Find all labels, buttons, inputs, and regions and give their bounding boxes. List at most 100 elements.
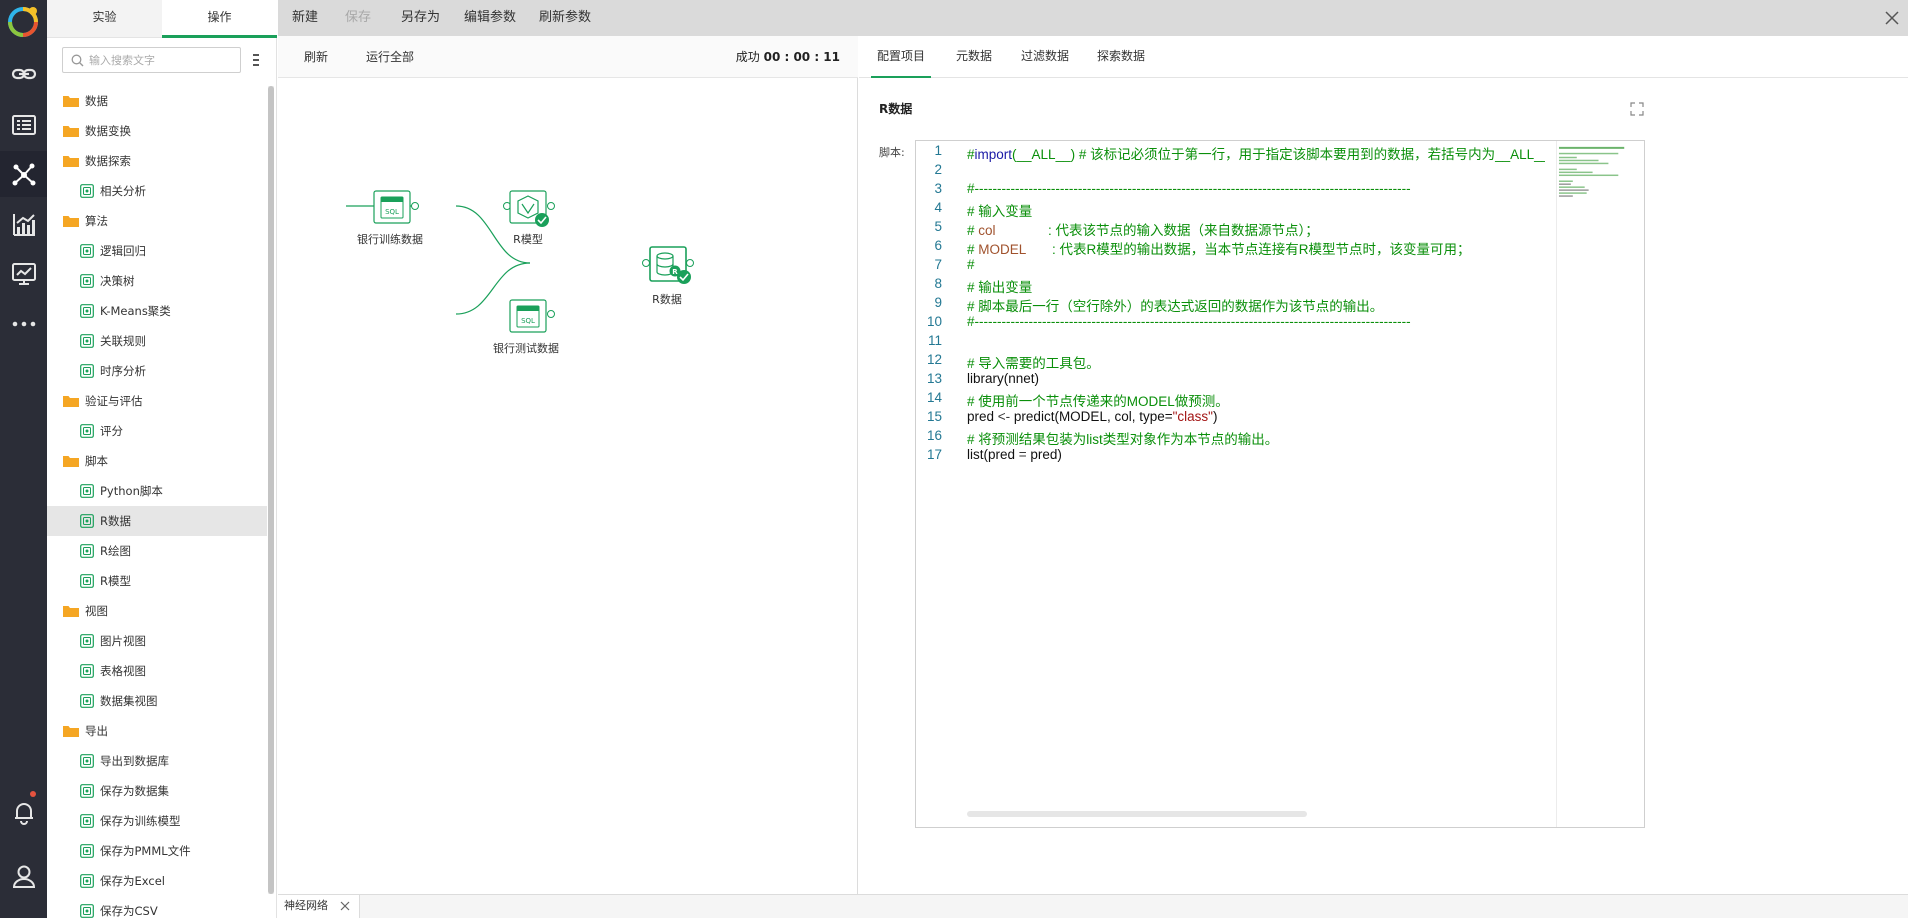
- line-number-gutter: 1 2 3 4 5 6 7 8 9 10 11 12 13 14 15 16 17: [916, 141, 958, 827]
- tree-folder[interactable]: 验证与评估: [47, 386, 267, 416]
- tree-component[interactable]: 保存为CSV: [47, 896, 267, 918]
- tab-explore-data[interactable]: 探索数据: [1091, 36, 1151, 78]
- close-tab-icon[interactable]: [340, 901, 350, 911]
- tree-folder[interactable]: 数据变换: [47, 116, 267, 146]
- tree-component[interactable]: 保存为Excel: [47, 866, 267, 896]
- user-icon: [12, 865, 35, 888]
- tree-component[interactable]: 决策树: [47, 266, 267, 296]
- code-line[interactable]: list(pred = pred): [967, 447, 1062, 462]
- component-icon: [80, 244, 94, 258]
- tree-component[interactable]: 保存为训练模型: [47, 806, 267, 836]
- code-line[interactable]: # 输入变量: [967, 200, 1032, 220]
- rail-notification-button[interactable]: [0, 789, 47, 835]
- code-line[interactable]: library(nnet): [967, 371, 1039, 386]
- run-all-button[interactable]: 运行全部: [366, 36, 414, 78]
- refresh-params-button[interactable]: 刷新参数: [539, 0, 591, 36]
- tree-component[interactable]: 时序分析: [47, 356, 267, 386]
- close-icon[interactable]: [1884, 10, 1900, 26]
- tree-component[interactable]: 表格视图: [47, 656, 267, 686]
- code-minimap[interactable]: [1556, 141, 1644, 827]
- tree-component[interactable]: 图片视图: [47, 626, 267, 656]
- node-r-model[interactable]: R模型: [503, 190, 555, 246]
- code-editor[interactable]: 1 2 3 4 5 6 7 8 9 10 11 12 13 14 15 16 17 #import(__ALL_…: [915, 140, 1645, 828]
- line-number: 4: [934, 200, 942, 215]
- rail-chart-button[interactable]: [0, 201, 47, 247]
- code-line[interactable]: #import(__ALL__) # 该标记必须位于第一行，用于指定该脚本要用到…: [967, 143, 1545, 163]
- tree-component[interactable]: Python脚本: [47, 476, 267, 506]
- panel-scrollbar-thumb[interactable]: [268, 86, 274, 894]
- fullscreen-icon[interactable]: [1630, 102, 1644, 116]
- code-line[interactable]: # MODEL : 代表R模型的输出数据，当本节点连接有R模型节点时，该变量可用…: [967, 238, 1471, 258]
- code-token: library(nnet): [967, 371, 1040, 386]
- tree-folder[interactable]: 算法: [47, 206, 267, 236]
- editor-horizontal-scrollbar[interactable]: [967, 811, 1307, 817]
- code-token: #---------------------------------------…: [967, 314, 1411, 329]
- tab-metadata[interactable]: 元数据: [949, 36, 999, 78]
- tab-operation[interactable]: 操作: [162, 0, 277, 38]
- tab-experiment[interactable]: 实验: [47, 0, 162, 38]
- tree-component[interactable]: 保存为PMML文件: [47, 836, 267, 866]
- code-token: # 输入变量: [967, 204, 1033, 219]
- code-line[interactable]: # 导入需要的工具包。: [967, 352, 1100, 372]
- tree-component[interactable]: 评分: [47, 416, 267, 446]
- hamburger-icon[interactable]: [250, 52, 262, 68]
- rail-monitor-button[interactable]: [0, 251, 47, 297]
- tree-component[interactable]: 保存为数据集: [47, 776, 267, 806]
- node-test-data[interactable]: SQL 银行测试数据: [493, 299, 559, 355]
- tree-component[interactable]: R模型: [47, 566, 267, 596]
- workflow-canvas: 刷新 运行全部 成功 00 : 00 : 11 SQL 银行训练数据 R模型 R…: [278, 36, 858, 894]
- rail-network-button[interactable]: [0, 151, 47, 197]
- folder-icon: [63, 725, 79, 737]
- tree-folder[interactable]: 数据探索: [47, 146, 267, 176]
- line-number: 1: [934, 143, 942, 158]
- tree-component[interactable]: R绘图: [47, 536, 267, 566]
- tree-item-label: Python脚本: [100, 484, 163, 498]
- rail-user-button[interactable]: [0, 853, 47, 899]
- tree-folder[interactable]: 视图: [47, 596, 267, 626]
- code-lines[interactable]: #import(__ALL__) # 该标记必须位于第一行，用于指定该脚本要用到…: [967, 141, 1545, 827]
- tree-folder[interactable]: 数据: [47, 86, 267, 116]
- tab-filter-data[interactable]: 过滤数据: [1015, 36, 1075, 78]
- code-line[interactable]: # 将预测结果包装为list类型对象作为本节点的输出。: [967, 428, 1278, 448]
- code-line[interactable]: # 输出变量: [967, 276, 1032, 296]
- code-line[interactable]: #---------------------------------------…: [967, 314, 1411, 329]
- tree-component[interactable]: 导出到数据库: [47, 746, 267, 776]
- node-r-data[interactable]: R R数据: [642, 246, 694, 306]
- tree-folder[interactable]: 导出: [47, 716, 267, 746]
- tree-component[interactable]: 相关分析: [47, 176, 267, 206]
- code-token: predict(MODEL, col, type=: [1010, 409, 1173, 424]
- tree-component[interactable]: R数据: [47, 506, 267, 536]
- tab-config-items[interactable]: 配置项目: [871, 36, 931, 78]
- code-token: #: [967, 242, 979, 257]
- doc-tab-neural-network[interactable]: 神经网络: [278, 895, 360, 918]
- tree-component[interactable]: 逻辑回归: [47, 236, 267, 266]
- search-input[interactable]: [89, 51, 237, 69]
- rail-link-button[interactable]: [0, 51, 47, 97]
- tree-component[interactable]: 关联规则: [47, 326, 267, 356]
- node-train-data[interactable]: SQL 银行训练数据: [357, 190, 423, 246]
- code-line[interactable]: #---------------------------------------…: [967, 181, 1411, 196]
- code-line[interactable]: # col : 代表该节点的输入数据（来自数据源节点）；: [967, 219, 1319, 239]
- tree-component[interactable]: 数据集视图: [47, 686, 267, 716]
- node-rdata-label: R数据: [652, 292, 682, 306]
- component-icon: [80, 514, 94, 528]
- tree-component[interactable]: K-Means聚类: [47, 296, 267, 326]
- config-title: R数据: [879, 102, 913, 116]
- tree-folder[interactable]: 脚本: [47, 446, 267, 476]
- panel-scrollbar[interactable]: [268, 86, 274, 894]
- new-button[interactable]: 新建: [292, 0, 318, 36]
- code-line[interactable]: #: [967, 257, 975, 272]
- code-line[interactable]: # 使用前一个节点传递来的MODEL做预测。: [967, 390, 1229, 410]
- refresh-button[interactable]: 刷新: [304, 36, 328, 78]
- rail-list-button[interactable]: [0, 102, 47, 148]
- tree-item-label: 导出: [85, 724, 108, 738]
- code-line[interactable]: pred <- predict(MODEL, col, type="class"…: [967, 409, 1217, 424]
- code-token: MODEL: [978, 242, 1026, 257]
- script-label: 脚本:: [879, 146, 905, 159]
- code-token: #---------------------------------------…: [967, 181, 1411, 196]
- save-as-button[interactable]: 另存为: [401, 0, 440, 36]
- edit-params-button[interactable]: 编辑参数: [464, 0, 516, 36]
- rail-more-button[interactable]: [0, 301, 47, 347]
- code-line[interactable]: # 脚本最后一行（空行除外）的表达式返回的数据作为该节点的输出。: [967, 295, 1383, 315]
- save-button[interactable]: 保存: [345, 0, 371, 36]
